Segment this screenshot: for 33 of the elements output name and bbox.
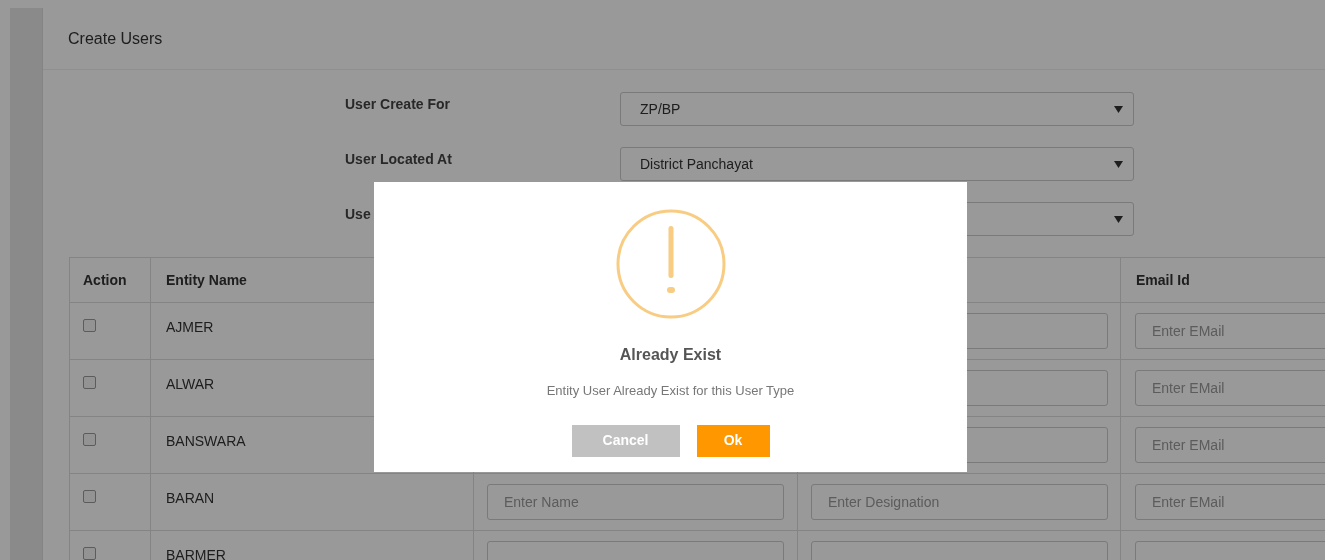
column-header: Action <box>83 270 127 290</box>
text-field[interactable]: Enter Designation <box>811 484 1108 520</box>
entity-name: BARMER <box>166 547 226 560</box>
panel-title: Create Users <box>68 28 163 49</box>
row-checkbox[interactable] <box>83 433 96 446</box>
warning-icon <box>614 208 727 320</box>
select-value: ZP/BP <box>640 99 681 119</box>
text-field[interactable]: Enter EMail <box>1135 484 1325 520</box>
row-checkbox[interactable] <box>83 490 96 503</box>
select-value: District Panchayat <box>640 154 753 174</box>
caret-icon <box>1114 105 1123 113</box>
dialog-message: Entity User Already Exist for this User Type <box>546 382 795 400</box>
dialog-title: Already Exist <box>619 345 722 365</box>
entity-name: ALWAR <box>166 376 215 392</box>
text-field[interactable]: Enter Name <box>487 484 784 520</box>
text-field[interactable]: Enter EMail <box>1135 313 1325 349</box>
row-checkbox[interactable] <box>83 376 96 389</box>
entity-name: BANSWARA <box>166 433 246 449</box>
row-checkbox[interactable] <box>83 547 96 560</box>
field-label: Use <box>345 205 372 224</box>
select-field[interactable]: District Panchayat <box>620 147 1134 181</box>
caret-icon <box>1114 215 1123 223</box>
column-header: Email Id <box>1136 270 1190 290</box>
text-field[interactable]: Enter EMail <box>1135 427 1325 463</box>
field-label: User Located At <box>345 150 453 169</box>
entity-name: BARAN <box>166 490 215 506</box>
text-field[interactable]: Enter EMail <box>1135 370 1325 406</box>
caret-icon <box>1114 160 1123 168</box>
column-header: Entity Name <box>166 270 247 290</box>
entity-name: AJMER <box>166 319 214 335</box>
field-label: User Create For <box>345 95 452 114</box>
select-field[interactable]: ZP/BP <box>620 92 1134 126</box>
row-checkbox[interactable] <box>83 319 96 332</box>
